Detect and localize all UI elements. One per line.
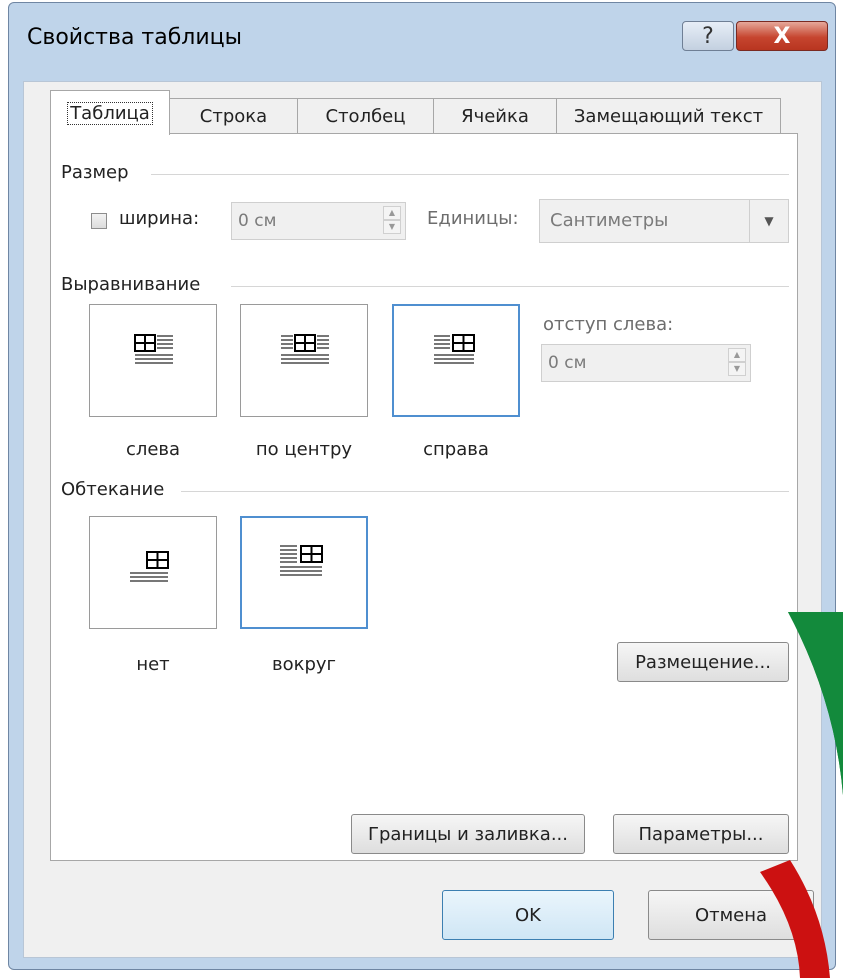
tab-table[interactable]: Таблица	[50, 90, 170, 135]
tab-label: Таблица	[67, 101, 153, 125]
decorative-arcs	[760, 612, 843, 978]
red-arc	[760, 860, 830, 978]
